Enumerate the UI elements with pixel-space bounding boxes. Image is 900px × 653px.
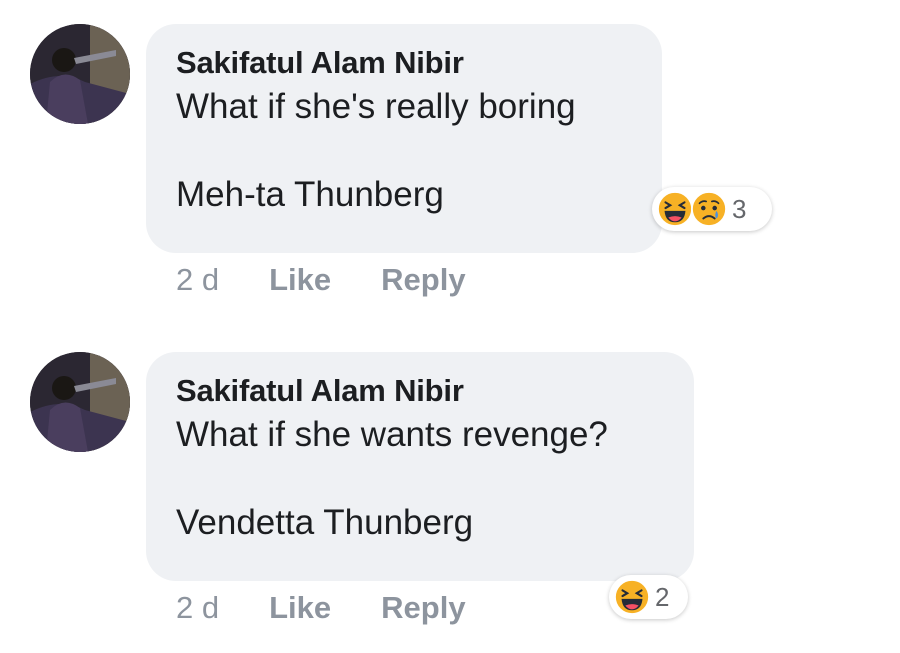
comment-actions: 2 d Like Reply [176, 262, 466, 298]
avatar[interactable] [30, 352, 130, 452]
comment-text: What if she wants revenge? Vendetta Thun… [176, 415, 608, 542]
comment-bubble: Sakifatul Alam Nibir What if she's reall… [146, 24, 662, 253]
comment-actions: 2 d Like Reply [176, 590, 466, 626]
reactions-summary[interactable]: 2 [609, 575, 688, 619]
reply-button[interactable]: Reply [381, 590, 465, 626]
comment-timestamp[interactable]: 2 d [176, 590, 219, 626]
avatar[interactable] [30, 24, 130, 124]
reaction-count: 2 [655, 581, 670, 612]
reaction-count: 3 [732, 193, 747, 224]
sad-emoji-icon [690, 190, 728, 228]
comment-timestamp[interactable]: 2 d [176, 262, 219, 298]
comment-text: What if she's really boring Meh-ta Thunb… [176, 87, 576, 214]
laughing-emoji-icon [656, 190, 694, 228]
like-button[interactable]: Like [269, 590, 331, 626]
reactions-summary[interactable]: 3 [652, 187, 772, 231]
comment-author[interactable]: Sakifatul Alam Nibir [176, 44, 632, 82]
comment-bubble: Sakifatul Alam Nibir What if she wants r… [146, 352, 694, 581]
comment-author[interactable]: Sakifatul Alam Nibir [176, 372, 664, 410]
like-button[interactable]: Like [269, 262, 331, 298]
laughing-emoji-icon [613, 578, 651, 616]
reply-button[interactable]: Reply [381, 262, 465, 298]
